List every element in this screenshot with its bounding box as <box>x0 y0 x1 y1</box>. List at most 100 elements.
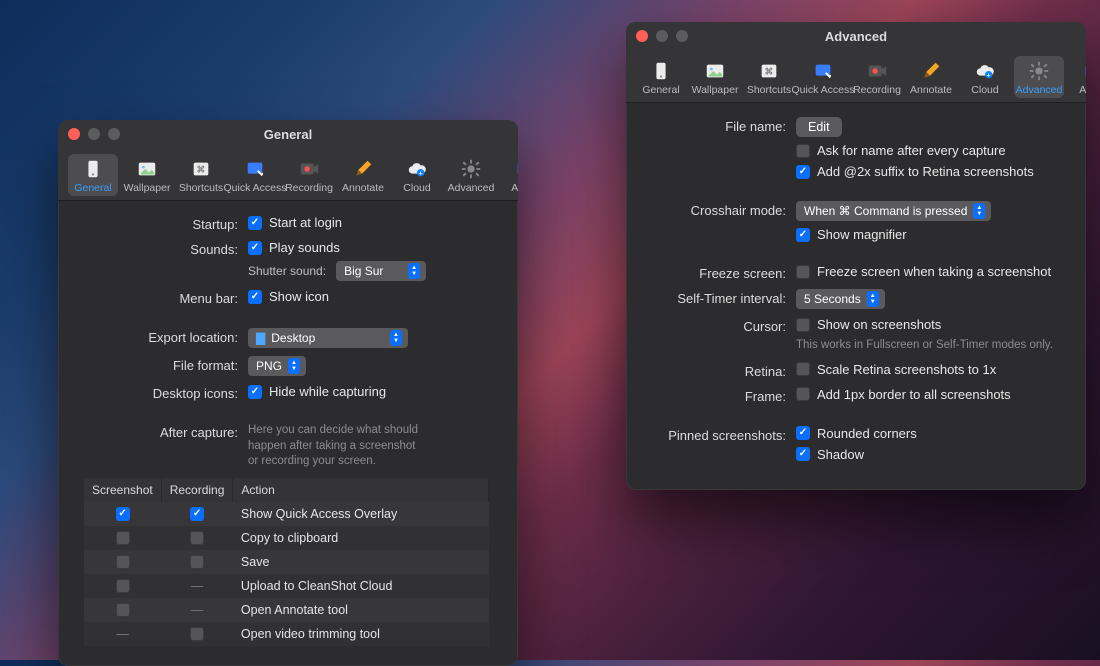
tab-recording[interactable]: Recording <box>284 154 334 196</box>
shortcuts-icon: ⌘ <box>188 157 214 181</box>
filename-label: File name: <box>646 117 796 134</box>
tab-shortcuts[interactable]: ⌘Shortcuts <box>744 56 794 98</box>
annotate-icon <box>918 59 944 83</box>
crosshair-mode-select[interactable]: When ⌘ Command is pressed <box>796 201 991 221</box>
general-icon <box>80 157 106 181</box>
tab-label: Quick Access <box>223 182 286 194</box>
tab-label: Wallpaper <box>124 182 171 194</box>
show-cursor-checkbox[interactable]: Show on screenshots <box>796 317 941 332</box>
shutter-sound-select[interactable]: Big Sur <box>336 261 426 281</box>
close-icon[interactable] <box>636 30 648 42</box>
recording-checkbox[interactable] <box>190 531 204 545</box>
zoom-icon[interactable] <box>108 128 120 140</box>
recording-checkbox[interactable] <box>190 627 204 641</box>
cloud-icon: + <box>972 59 998 83</box>
svg-text:⌘: ⌘ <box>764 67 773 77</box>
checkbox-icon <box>796 265 810 279</box>
frame-label: Frame: <box>646 387 796 404</box>
shadow-checkbox[interactable]: Shadow <box>796 447 864 462</box>
minimize-icon[interactable] <box>88 128 100 140</box>
close-icon[interactable] <box>68 128 80 140</box>
ask-for-name-checkbox[interactable]: Ask for name after every capture <box>796 143 1006 158</box>
screenshot-checkbox[interactable] <box>116 579 130 593</box>
traffic-lights[interactable] <box>636 30 688 42</box>
tab-general[interactable]: General <box>68 154 118 196</box>
screenshot-checkbox[interactable] <box>116 531 130 545</box>
tab-label: General <box>642 84 679 96</box>
zoom-icon[interactable] <box>676 30 688 42</box>
titlebar[interactable]: Advanced <box>626 22 1086 50</box>
checkbox-icon <box>796 447 810 461</box>
tab-cloud[interactable]: +Cloud <box>392 154 442 196</box>
about-icon <box>1080 59 1086 83</box>
chevron-updown-icon <box>288 358 300 374</box>
self-timer-label: Self-Timer interval: <box>646 289 796 306</box>
tab-about[interactable]: About <box>1068 56 1086 98</box>
tab-shortcuts[interactable]: ⌘Shortcuts <box>176 154 226 196</box>
tab-quick-access[interactable]: Quick Access <box>798 56 848 98</box>
self-timer-select[interactable]: 5 Seconds <box>796 289 885 309</box>
tab-wallpaper[interactable]: Wallpaper <box>122 154 172 196</box>
cursor-label: Cursor: <box>646 317 796 334</box>
action-name: Open Annotate tool <box>233 598 489 622</box>
checkbox-icon <box>248 385 262 399</box>
chevron-updown-icon <box>867 291 879 307</box>
traffic-lights[interactable] <box>68 128 120 140</box>
export-location-select[interactable]: ▇Desktop <box>248 328 408 348</box>
scale-retina-checkbox[interactable]: Scale Retina screenshots to 1x <box>796 362 996 377</box>
screenshot-checkbox[interactable] <box>116 507 130 521</box>
advanced-pane: File name: Edit Ask for name after every… <box>626 103 1086 490</box>
chevron-updown-icon <box>973 203 985 219</box>
tab-quick-access[interactable]: Quick Access <box>230 154 280 196</box>
recording-checkbox[interactable] <box>190 507 204 521</box>
hide-while-capturing-checkbox[interactable]: Hide while capturing <box>248 384 386 399</box>
crosshair-mode-label: Crosshair mode: <box>646 201 796 218</box>
start-at-login-checkbox[interactable]: Start at login <box>248 215 342 230</box>
not-applicable-icon: — <box>191 579 204 593</box>
table-row: Save <box>84 550 489 574</box>
checkbox-icon <box>796 318 810 332</box>
tab-label: Wallpaper <box>692 84 739 96</box>
play-sounds-checkbox[interactable]: Play sounds <box>248 240 340 255</box>
checkbox-icon <box>796 144 810 158</box>
export-location-label: Export location: <box>78 328 248 345</box>
wallpaper-icon <box>702 59 728 83</box>
tab-general[interactable]: General <box>636 56 686 98</box>
titlebar[interactable]: General <box>58 120 518 148</box>
add-border-checkbox[interactable]: Add 1px border to all screenshots <box>796 387 1011 402</box>
table-row: Copy to clipboard <box>84 526 489 550</box>
general-pane: Startup: Start at login Sounds: Play sou… <box>58 201 518 666</box>
table-header-row: Screenshot Recording Action <box>84 478 489 502</box>
add-2x-suffix-checkbox[interactable]: Add @2x suffix to Retina screenshots <box>796 164 1034 179</box>
screenshot-checkbox[interactable] <box>116 555 130 569</box>
tab-about[interactable]: About <box>500 154 518 196</box>
tab-label: Advanced <box>448 182 495 194</box>
col-screenshot: Screenshot <box>84 478 161 502</box>
action-name: Show Quick Access Overlay <box>233 502 489 526</box>
show-magnifier-checkbox[interactable]: Show magnifier <box>796 227 907 242</box>
tab-recording[interactable]: Recording <box>852 56 902 98</box>
not-applicable-icon: — <box>191 603 204 617</box>
edit-filename-button[interactable]: Edit <box>796 117 842 137</box>
tab-advanced[interactable]: Advanced <box>1014 56 1064 98</box>
shortcuts-icon: ⌘ <box>756 59 782 83</box>
recording-icon <box>296 157 322 181</box>
freeze-screen-checkbox[interactable]: Freeze screen when taking a screenshot <box>796 264 1051 279</box>
file-format-select[interactable]: PNG <box>248 356 306 376</box>
show-icon-checkbox[interactable]: Show icon <box>248 289 329 304</box>
tab-annotate[interactable]: Annotate <box>906 56 956 98</box>
recording-checkbox[interactable] <box>190 555 204 569</box>
pinned-screenshots-label: Pinned screenshots: <box>646 426 796 443</box>
tab-wallpaper[interactable]: Wallpaper <box>690 56 740 98</box>
tab-label: Recording <box>853 84 901 96</box>
tab-cloud[interactable]: +Cloud <box>960 56 1010 98</box>
toolbar: General Wallpaper ⌘ShortcutsQuick Access Re… <box>626 50 1086 103</box>
tab-annotate[interactable]: Annotate <box>338 154 388 196</box>
minimize-icon[interactable] <box>656 30 668 42</box>
screenshot-checkbox[interactable] <box>116 603 130 617</box>
tab-advanced[interactable]: Advanced <box>446 154 496 196</box>
col-recording: Recording <box>161 478 233 502</box>
cursor-hint: This works in Fullscreen or Self-Timer m… <box>796 338 1053 354</box>
checkbox-icon <box>796 228 810 242</box>
rounded-corners-checkbox[interactable]: Rounded corners <box>796 426 917 441</box>
